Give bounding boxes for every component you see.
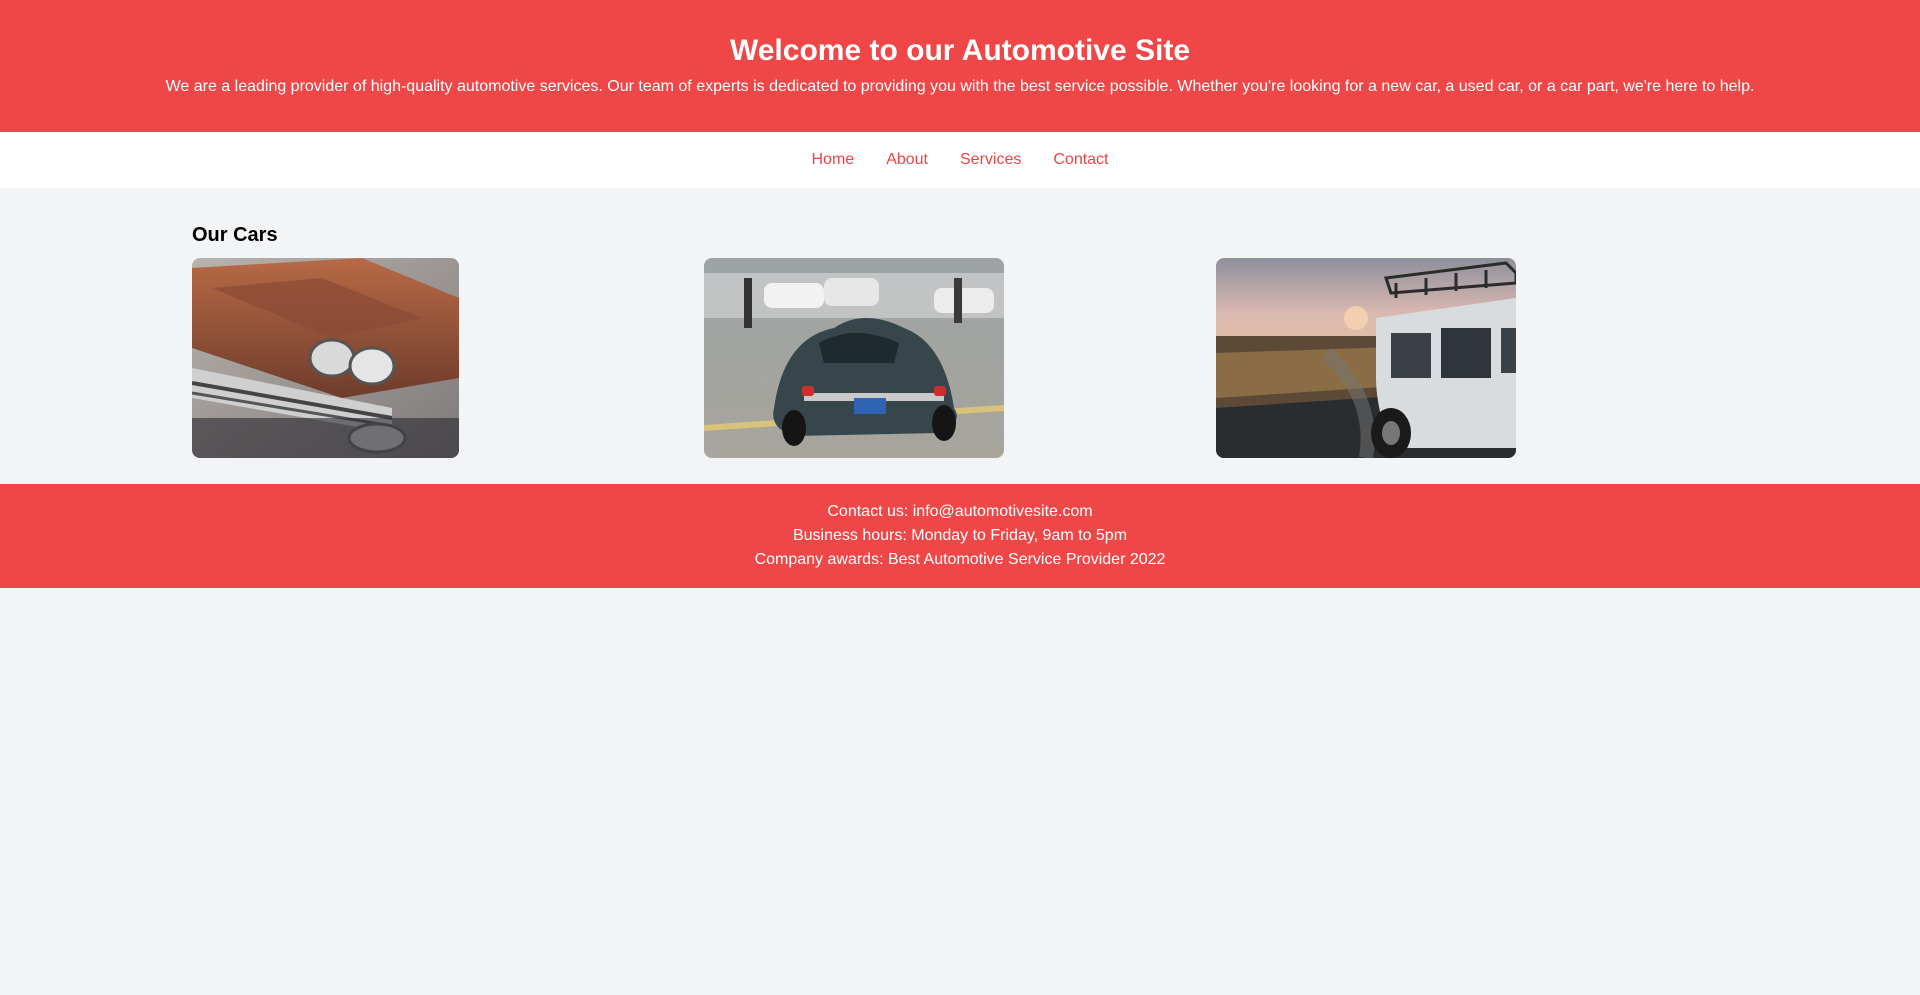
site-footer: Contact us: info@automotivesite.com Busi…: [0, 484, 1920, 588]
footer-awards: Company awards: Best Automotive Service …: [754, 551, 1166, 568]
white-offroad-suv-photo: [1216, 258, 1516, 458]
nav-link-about[interactable]: About: [886, 148, 928, 172]
site-header: Welcome to our Automotive Site We are a …: [0, 0, 1920, 132]
footer-contact: Contact us: info@automotivesite.com: [827, 503, 1093, 520]
main-navigation: Home About Services Contact: [0, 132, 1920, 188]
car-gallery: [192, 258, 1728, 458]
nav-link-home[interactable]: Home: [812, 148, 855, 172]
page-title: Welcome to our Automotive Site: [729, 34, 1191, 67]
nav-link-services[interactable]: Services: [960, 148, 1021, 172]
classic-sports-car-photo: [704, 258, 1004, 458]
section-title: Our Cars: [192, 224, 278, 246]
header-description: We are a leading provider of high-qualit…: [165, 78, 1755, 95]
rusty-vintage-car-photo: [192, 258, 459, 458]
cars-section: Our Cars: [0, 188, 1920, 484]
nav-link-contact[interactable]: Contact: [1053, 148, 1108, 172]
footer-hours: Business hours: Monday to Friday, 9am to…: [792, 527, 1128, 544]
